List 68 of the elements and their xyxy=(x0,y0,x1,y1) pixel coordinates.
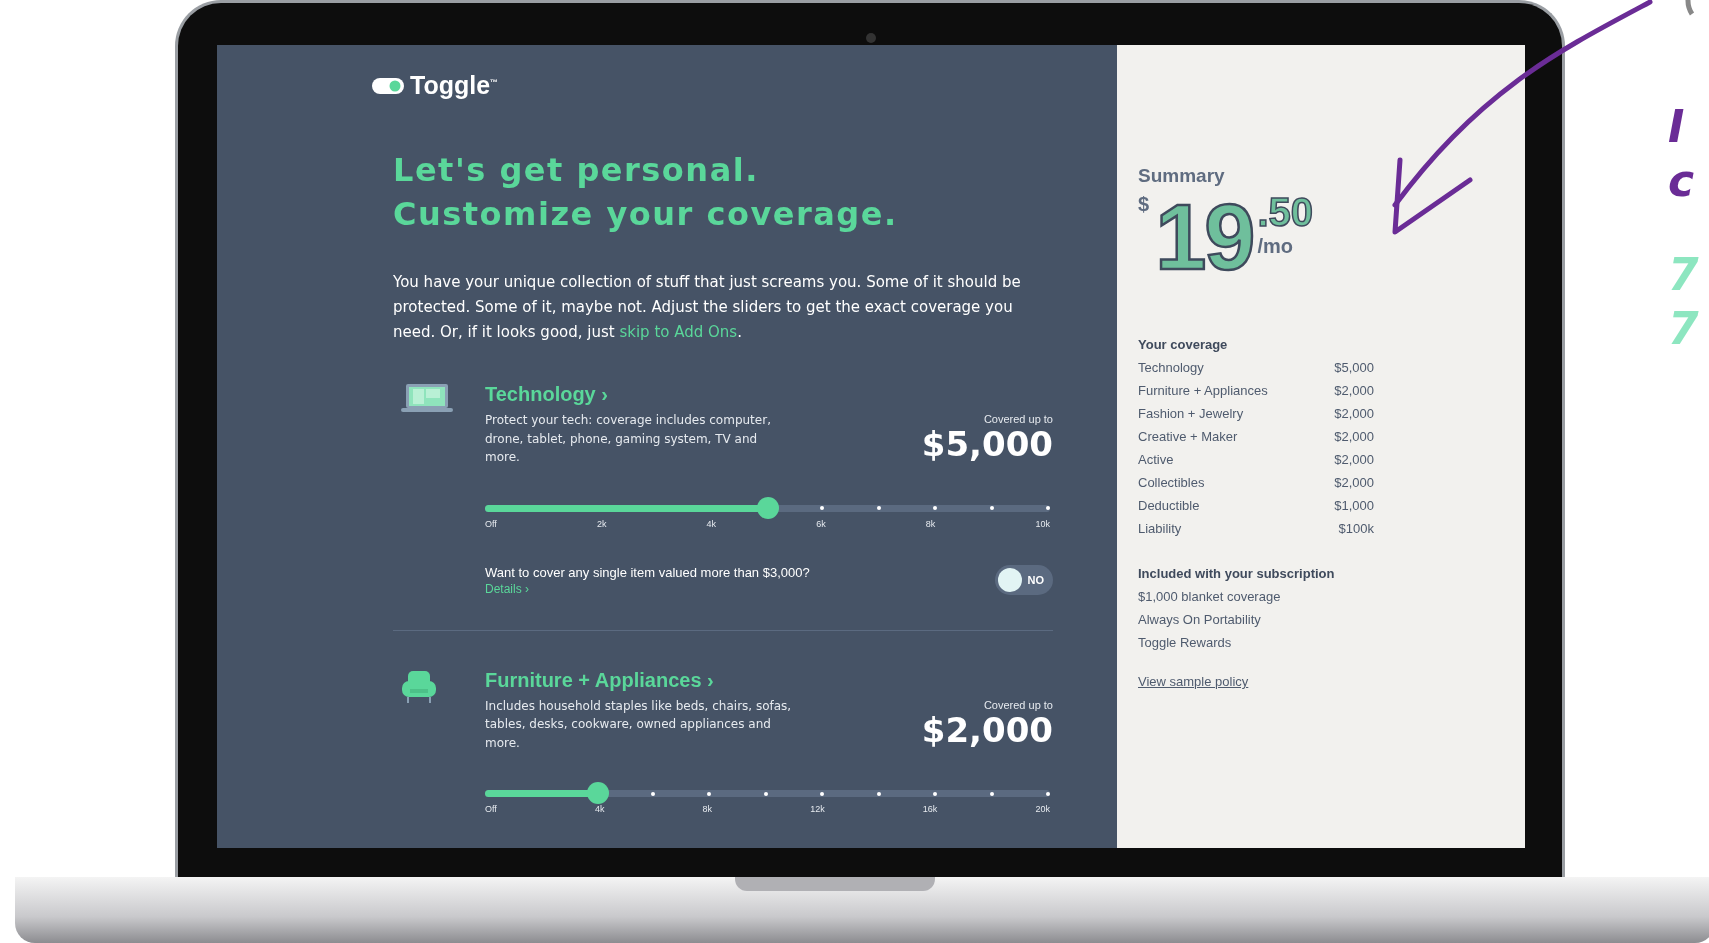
covered-label: Covered up to xyxy=(983,698,1053,711)
intro-paragraph: You have your unique collection of stuff that just screams you. Some of it should be protected. Some of it, maybe not. Adjust the sliders to get the exact coverage you need. Or, if it looks good, just skip to Add Ons. xyxy=(393,272,1022,343)
coverage-value: $2,000 xyxy=(1334,474,1374,492)
coverage-value: $2,000 xyxy=(1334,428,1374,446)
toggle-switch[interactable]: NO xyxy=(994,565,1053,595)
category-title-link[interactable]: Furniture + Appliances › xyxy=(485,666,795,693)
coverage-name: Furniture + Appliances xyxy=(1138,382,1268,400)
coverage-name: Creative + Maker xyxy=(1138,428,1238,446)
coverage-value: $5,000 xyxy=(1334,359,1374,377)
price-amount: 19 xyxy=(1155,189,1254,285)
laptop-icon xyxy=(401,383,453,413)
sample-policy-link[interactable]: View sample policy xyxy=(1138,674,1249,689)
question-text: Want to cover any single item valued more than $3,000? xyxy=(485,564,810,580)
skip-link[interactable]: skip to Add Ons xyxy=(619,323,738,341)
tick-label: 6k xyxy=(816,518,826,529)
headline: Customize your coverage. xyxy=(393,194,899,235)
tick-label: 12k xyxy=(810,804,825,814)
coverage-value: $1,000 xyxy=(1334,497,1374,515)
price-cents: .50 xyxy=(1257,189,1314,235)
tick-label: 16k xyxy=(922,804,938,814)
coverage-heading: Your coverage xyxy=(1138,337,1229,352)
headline: Let's get personal. xyxy=(393,150,760,191)
coverage-value: $2,000 xyxy=(1334,382,1374,400)
category-description: Protect your tech: coverage includes computer, drone, tablet, phone, gaming system, TV and more. xyxy=(485,412,772,466)
coverage-name: Collectibles xyxy=(1138,474,1205,492)
coverage-name: Deductible xyxy=(1138,497,1200,515)
summary-title: Summary xyxy=(1138,165,1226,187)
annotation-letter: c xyxy=(1668,154,1696,208)
coverage-slider[interactable]: Off 2k 4k 6k 8k 10k xyxy=(485,504,1050,529)
included-heading: Included with your subscription xyxy=(1138,566,1336,581)
tick-label: 4k xyxy=(594,804,605,814)
camera-dot xyxy=(866,33,876,43)
tick-label: 8k xyxy=(925,518,936,529)
coverage-amount: $5,000 xyxy=(921,425,1053,463)
armchair-icon xyxy=(401,668,437,705)
tick-label: 20k xyxy=(1035,804,1050,814)
details-link[interactable]: Details › xyxy=(485,581,529,596)
toggle-switch-icon xyxy=(372,77,404,94)
coverage-amount: $2,000 xyxy=(921,710,1053,749)
annotation-letter: 7 xyxy=(1668,248,1699,302)
coverage-name: Active xyxy=(1138,451,1174,469)
category-title-link[interactable]: Technology › xyxy=(485,381,795,407)
covered-label: Covered up to xyxy=(983,413,1053,425)
coverage-value: $2,000 xyxy=(1334,405,1374,423)
slider-thumb[interactable] xyxy=(756,496,779,519)
annotation-letter: 7 xyxy=(1668,302,1699,356)
circle-arc xyxy=(1685,0,1695,16)
tick-label: 2k xyxy=(596,518,607,529)
coverage-slider[interactable]: Off 4k 8k 12k 16k 20k xyxy=(485,790,1050,814)
coverage-value: $100k xyxy=(1338,520,1374,538)
coverage-name: Liability xyxy=(1138,520,1182,538)
price-currency: $ xyxy=(1138,193,1150,216)
tick-label: 8k xyxy=(702,804,713,814)
tick-label: 4k xyxy=(706,518,717,529)
tick-label: 10k xyxy=(1035,518,1050,529)
coverage-value: $2,000 xyxy=(1334,451,1374,469)
coverage-name: Fashion + Jewelry xyxy=(1138,405,1244,423)
slider-thumb[interactable] xyxy=(587,782,609,804)
included-item: $1,000 blanket coverage xyxy=(1138,588,1282,606)
price-period: /mo xyxy=(1257,235,1295,258)
annotation-letter: I xyxy=(1668,100,1686,154)
tick-label: Off xyxy=(485,804,497,814)
category-description: Includes household staples like beds, chairs, sofas, tables, desks, cookware, owned appliances and more. xyxy=(485,697,793,752)
included-item: Always On Portability xyxy=(1138,611,1262,629)
included-item: Toggle Rewards xyxy=(1138,634,1233,652)
brand-name: Toggle$^{™}$ xyxy=(410,71,499,100)
tick-label: Off xyxy=(485,518,497,529)
coverage-name: Technology xyxy=(1138,359,1204,377)
